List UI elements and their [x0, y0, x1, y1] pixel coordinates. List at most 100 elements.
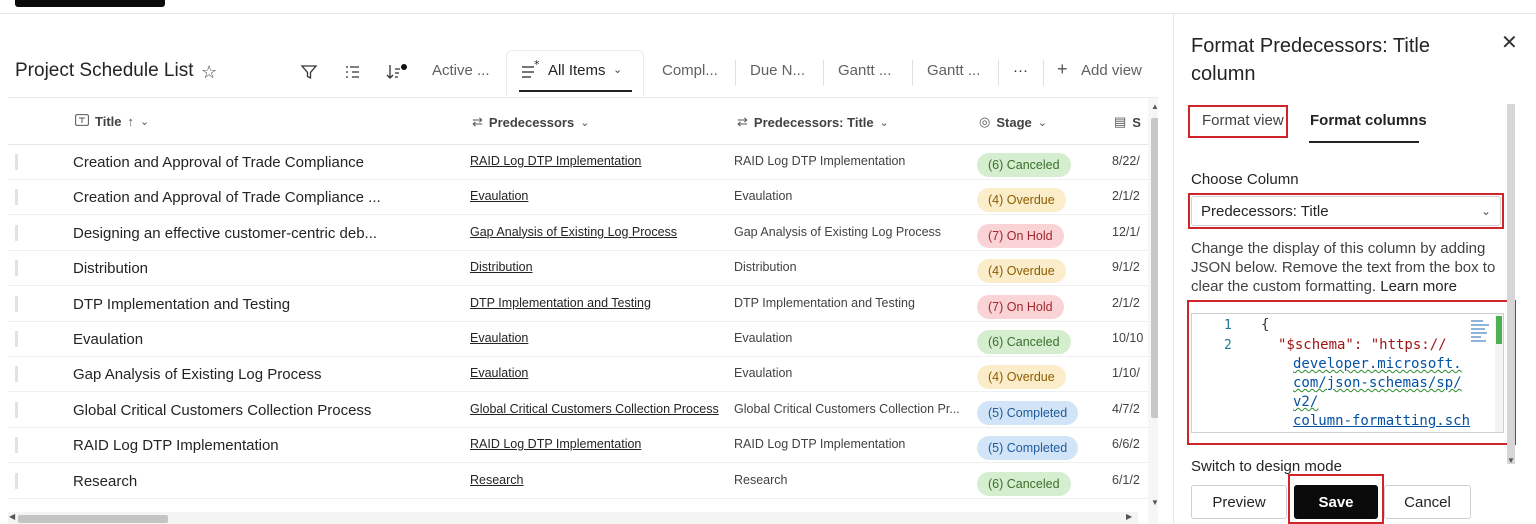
chevron-down-icon: ⌄	[140, 116, 150, 128]
column-header-stage-label: Stage	[996, 114, 1032, 130]
cell-title[interactable]: Creation and Approval of Trade Complianc…	[73, 189, 381, 206]
scroll-left-arrow-icon[interactable]: ◀	[9, 512, 15, 521]
preview-button[interactable]: Preview	[1191, 485, 1287, 519]
view-tab-active[interactable]: Active ...	[432, 62, 490, 79]
row-select-handle[interactable]	[15, 472, 18, 489]
scroll-down-arrow-icon[interactable]: ▼	[1507, 456, 1515, 465]
tab-format-columns-underline	[1309, 141, 1419, 143]
table-row[interactable]: Distribution Distribution Distribution (4) …	[8, 251, 1148, 287]
cell-title[interactable]: Designing an effective customer-centric …	[73, 225, 377, 242]
row-select-handle[interactable]	[15, 295, 18, 312]
table-row[interactable]: Creation and Approval of Trade Complianc…	[8, 145, 1148, 180]
top-black-button[interactable]	[15, 0, 165, 7]
text-column-icon	[75, 114, 89, 129]
tab-format-columns[interactable]: Format columns	[1310, 112, 1427, 129]
more-views-icon[interactable]: ···	[1013, 62, 1028, 79]
switch-design-mode-link[interactable]: Switch to design mode	[1191, 458, 1342, 475]
favorite-star-icon[interactable]: ☆	[201, 62, 217, 83]
cell-predecessors-link[interactable]: Evaulation	[470, 189, 528, 203]
scroll-right-arrow-icon[interactable]: ▶	[1126, 512, 1132, 521]
close-icon[interactable]: ✕	[1501, 30, 1518, 55]
table-row[interactable]: Designing an effective customer-centric …	[8, 216, 1148, 251]
row-select-handle[interactable]	[15, 366, 18, 383]
row-select-handle[interactable]	[15, 401, 18, 418]
cancel-button[interactable]: Cancel	[1384, 485, 1471, 519]
chevron-down-icon: ⌄	[1037, 116, 1047, 129]
table-row[interactable]: RAID Log DTP Implementation RAID Log DTP …	[8, 428, 1148, 464]
cell-predecessors-link[interactable]: Global Critical Customers Collection Pro…	[470, 402, 719, 416]
row-select-handle[interactable]	[15, 154, 18, 170]
filter-icon[interactable]	[298, 60, 320, 84]
cell-predecessors-link[interactable]: Evaulation	[470, 331, 528, 345]
table-row[interactable]: Global Critical Customers Collection Pro…	[8, 393, 1148, 428]
row-select-handle[interactable]	[15, 437, 18, 454]
highlight-json-editor	[1187, 300, 1516, 445]
stage-badge: (5) Completed	[977, 400, 1079, 425]
cell-title[interactable]: RAID Log DTP Implementation	[73, 437, 279, 454]
scrollbar-thumb[interactable]	[18, 515, 168, 523]
row-select-handle[interactable]	[15, 260, 18, 277]
table-row[interactable]: Evaulation Evaulation Evaulation (6) Cancel…	[8, 322, 1148, 357]
group-by-icon[interactable]	[341, 60, 363, 84]
stage-badge: (4) Overdue	[977, 188, 1066, 213]
cell-date: 2/1/2	[1112, 189, 1140, 204]
table-row[interactable]: Gap Analysis of Existing Log Process Evau…	[8, 357, 1148, 393]
table-row[interactable]: DTP Implementation and Testing DTP Implem…	[8, 287, 1148, 322]
column-header-title[interactable]: Title ↑ ⌄	[75, 114, 149, 129]
tab-separator	[1043, 60, 1044, 86]
tab-separator	[735, 60, 736, 86]
cell-predecessors-link[interactable]: Evaulation	[470, 366, 528, 380]
cell-date: 8/22/	[1112, 154, 1140, 168]
column-header-start-date[interactable]: ▤ S	[1114, 114, 1141, 130]
cell-predecessors-link[interactable]: Distribution	[470, 260, 533, 274]
sort-icon[interactable]	[386, 60, 408, 84]
cell-title[interactable]: DTP Implementation and Testing	[73, 296, 290, 313]
cell-predecessors-link[interactable]: DTP Implementation and Testing	[470, 296, 651, 310]
scrollbar-thumb[interactable]	[1151, 118, 1158, 418]
cell-title[interactable]: Research	[73, 473, 137, 490]
view-tab-all-items[interactable]: All Items	[548, 62, 606, 79]
cell-predecessors-link[interactable]: Gap Analysis of Existing Log Process	[470, 225, 677, 239]
format-column-pane: Format Predecessors: Title column ✕ Form…	[1173, 14, 1536, 524]
cell-title[interactable]: Creation and Approval of Trade Complianc…	[73, 154, 364, 171]
cell-predecessors-title: Research	[734, 472, 788, 487]
cell-predecessors-link[interactable]: RAID Log DTP Implementation	[470, 154, 641, 168]
learn-more-link[interactable]: Learn more	[1380, 278, 1457, 295]
row-select-handle[interactable]	[15, 224, 18, 241]
view-chevron-down-icon[interactable]: ⌄	[613, 63, 622, 76]
add-view-button[interactable]: Add view	[1081, 62, 1142, 79]
cell-title[interactable]: Gap Analysis of Existing Log Process	[73, 366, 321, 383]
row-select-handle[interactable]	[15, 189, 18, 206]
view-tab-gantt-1[interactable]: Gantt ...	[838, 62, 891, 79]
scroll-down-arrow-icon[interactable]: ▼	[1151, 498, 1158, 507]
cell-title[interactable]: Evaulation	[73, 331, 143, 348]
stage-badge: (7) On Hold	[977, 294, 1064, 319]
column-header-predecessors-title[interactable]: ⇄ Predecessors: Title ⌄	[737, 114, 889, 130]
column-header-predecessors-label: Predecessors	[488, 114, 575, 130]
tab-format-view[interactable]: Format view	[1202, 112, 1284, 129]
sort-ascending-icon: ↑	[127, 114, 135, 129]
list-title: Project Schedule List	[15, 60, 194, 81]
column-header-stage[interactable]: ◎ Stage ⌄	[979, 114, 1047, 130]
pane-title: Format Predecessors: Title column	[1191, 35, 1430, 85]
table-row[interactable]: Research Research Research (6) Canceled 6/1/…	[8, 464, 1148, 499]
view-tab-completed[interactable]: Compl...	[662, 62, 718, 79]
add-icon[interactable]: +	[1057, 59, 1068, 80]
stage-badge: (4) Overdue	[977, 365, 1066, 390]
scrollbar-thumb[interactable]	[1507, 104, 1515, 464]
cell-predecessors-link[interactable]: RAID Log DTP Implementation	[470, 437, 641, 451]
list-grid: Title ↑ ⌄ ⇄ Predecessors ⌄ ⇄ Predecessor…	[8, 97, 1158, 524]
cell-predecessors-link[interactable]: Research	[470, 473, 524, 487]
stage-badge: (6) Canceled	[977, 330, 1071, 354]
cell-title[interactable]: Distribution	[73, 260, 148, 277]
cell-title[interactable]: Global Critical Customers Collection Pro…	[73, 402, 371, 419]
table-row[interactable]: Creation and Approval of Trade Complianc…	[8, 180, 1148, 216]
view-tab-due[interactable]: Due N...	[750, 62, 805, 79]
scroll-up-arrow-icon[interactable]: ▲	[1151, 102, 1158, 111]
grid-vertical-scrollbar[interactable]: ▲ ▼	[1148, 98, 1158, 524]
pane-vertical-scrollbar[interactable]: ▼	[1504, 104, 1518, 474]
view-tab-gantt-2[interactable]: Gantt ...	[927, 62, 980, 79]
row-select-handle[interactable]	[15, 331, 18, 347]
grid-horizontal-scrollbar[interactable]: ◀ ▶	[8, 512, 1138, 524]
column-header-predecessors[interactable]: ⇄ Predecessors ⌄	[472, 114, 589, 130]
